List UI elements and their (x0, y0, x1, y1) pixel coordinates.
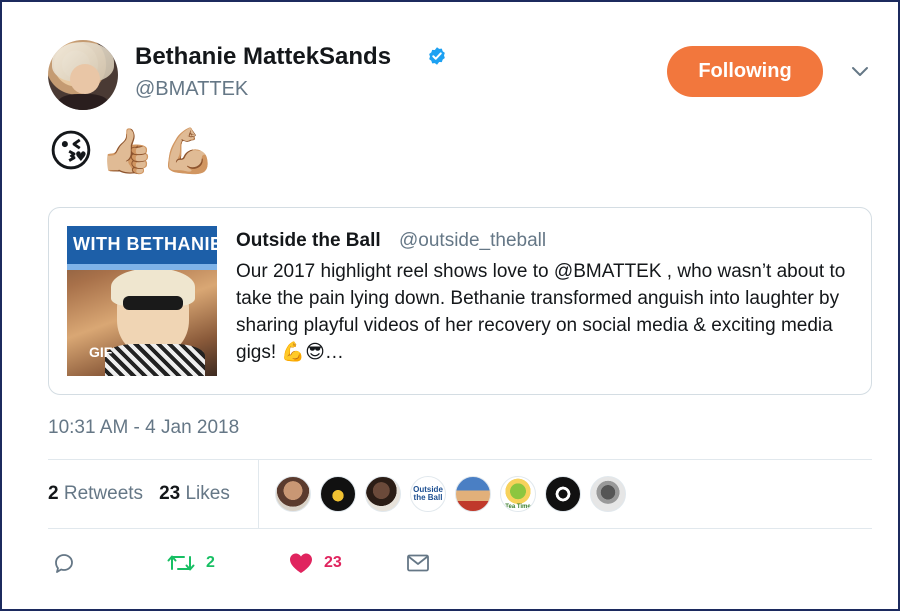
author-handle[interactable]: @BMATTEK (135, 78, 248, 101)
reply-button[interactable] (52, 547, 76, 579)
avatar-shirt (58, 94, 108, 110)
liker-avatar[interactable] (590, 476, 626, 512)
retweet-button[interactable]: 2 (166, 547, 215, 579)
tweet-timestamp[interactable]: 10:31 AM - 4 Jan 2018 (48, 417, 239, 439)
liker-avatar[interactable]: Outside the Ball (410, 476, 446, 512)
retweets-label: Retweets (63, 483, 144, 504)
gif-badge: GIF (89, 344, 113, 360)
envelope-icon (407, 554, 429, 572)
liker-avatar-text: Outside the Ball (413, 485, 443, 502)
retweet-icon (167, 555, 195, 571)
gif-banner-strip (67, 264, 217, 270)
tweet-card: Bethanie MattekSands @BMATTEK Following … (0, 0, 900, 611)
author-avatar[interactable] (48, 40, 118, 110)
liker-avatar[interactable] (320, 476, 356, 512)
quoted-author-name[interactable]: Outside the Ball (236, 230, 381, 252)
verified-badge-icon (429, 47, 445, 65)
gif-sunglasses (123, 296, 183, 310)
likes-count: 23 (159, 483, 181, 504)
tweet-body: 😘 👍🏼 💪🏼 (48, 126, 215, 182)
liker-avatar[interactable]: Tea Time (500, 476, 536, 512)
kissing-face-emoji: 😘 (48, 127, 94, 176)
divider (48, 528, 872, 529)
likes-label: Likes (185, 483, 230, 504)
liker-avatar[interactable] (455, 476, 491, 512)
liker-avatar[interactable] (275, 476, 311, 512)
liker-avatar[interactable] (545, 476, 581, 512)
retweets-stat[interactable]: 2 Retweets (48, 483, 143, 505)
following-button[interactable]: Following (667, 46, 823, 97)
liker-avatar[interactable] (365, 476, 401, 512)
tweet-stats: 2 Retweets 23 Likes (48, 483, 230, 505)
gif-person-shirt (105, 344, 205, 376)
divider (48, 459, 872, 460)
flexed-biceps-emoji: 💪🏼 (160, 127, 216, 176)
quoted-gif-media[interactable]: WITH BETHANIE GIF (67, 226, 217, 376)
quoted-tweet[interactable]: WITH BETHANIE GIF Outside the Ball @outs… (48, 207, 872, 395)
liker-avatar-text: Tea Time (505, 504, 531, 510)
gif-banner-text: WITH BETHANIE (73, 234, 217, 254)
like-button[interactable]: 23 (288, 547, 342, 579)
thumbs-up-emoji: 👍🏼 (99, 127, 155, 176)
heart-icon (290, 553, 312, 573)
tweet-actions: 2 23 (48, 547, 448, 579)
like-count: 23 (324, 554, 342, 571)
chevron-down-icon[interactable] (850, 62, 870, 82)
reply-icon (55, 554, 73, 573)
stats-divider (258, 460, 259, 528)
retweets-count: 2 (48, 483, 59, 504)
author-name[interactable]: Bethanie MattekSands (135, 43, 391, 71)
quoted-tweet-text: Our 2017 highlight reel shows love to @B… (236, 261, 846, 363)
liker-avatars: Outside the Ball Tea Time (275, 476, 626, 512)
retweet-count: 2 (206, 554, 215, 571)
quoted-author-handle[interactable]: @outside_theball (399, 230, 546, 252)
direct-message-button[interactable] (405, 547, 431, 579)
avatar-face (70, 64, 100, 94)
likes-stat[interactable]: 23 Likes (159, 483, 230, 505)
